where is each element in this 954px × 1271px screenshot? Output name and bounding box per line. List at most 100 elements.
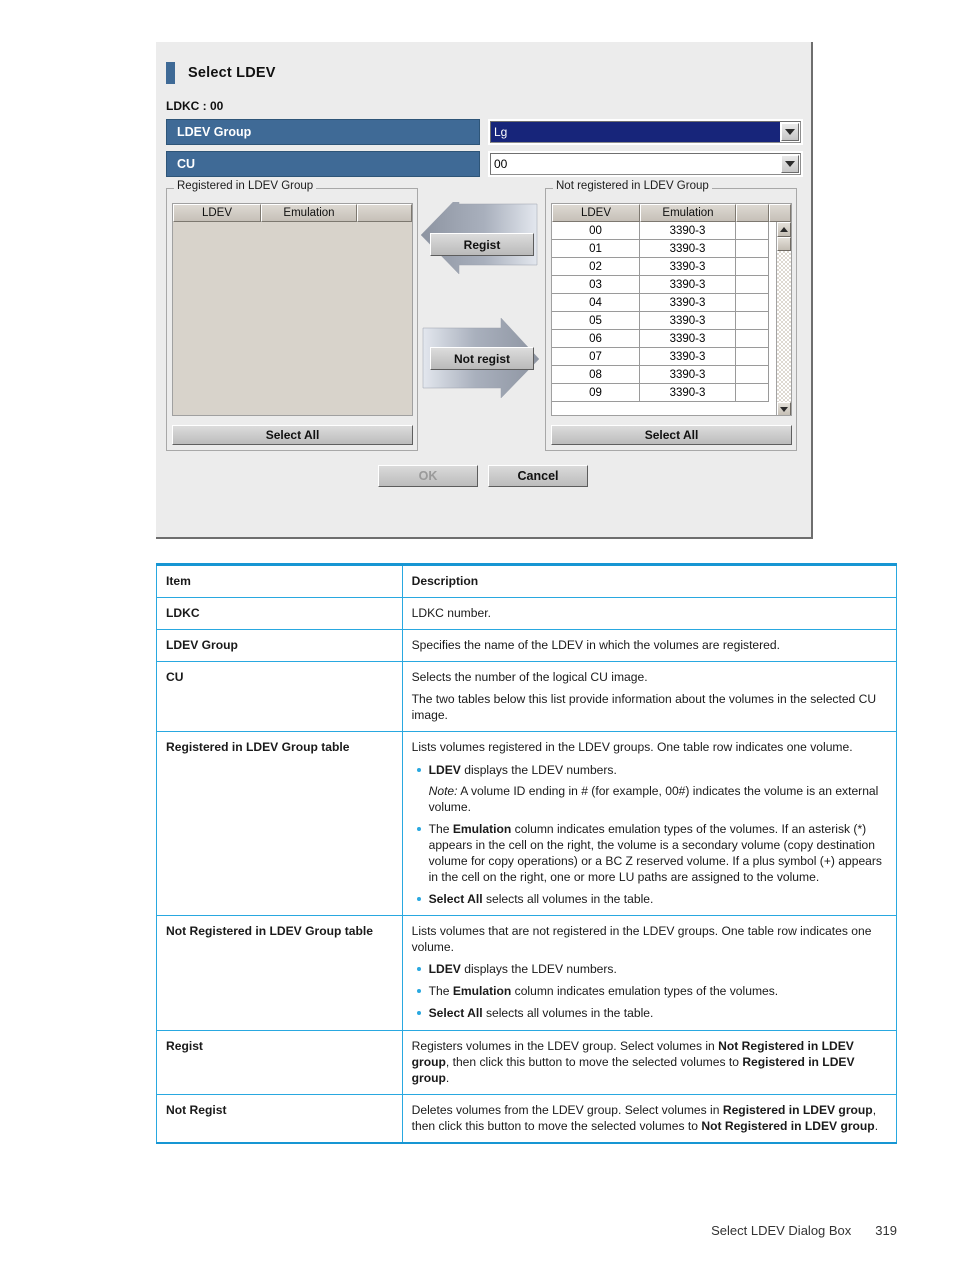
not-regist-text-1: Deletes volumes from the LDEV group. Sel… — [411, 1102, 723, 1117]
vertical-scrollbar[interactable] — [776, 222, 791, 415]
cell-ldev: 04 — [552, 294, 640, 312]
cell-flag — [736, 294, 769, 312]
row-item-regist: Regist — [156, 1029, 403, 1095]
cell-emulation: 3390-3 — [640, 258, 736, 276]
combobox-cu-value[interactable]: 00 — [491, 154, 780, 174]
table-row[interactable]: 09 3390-3 — [552, 384, 776, 402]
chevron-down-icon — [785, 161, 795, 167]
bullet-bold-select-all: Select All — [428, 1006, 483, 1021]
combobox-cu-arrow[interactable] — [781, 155, 799, 173]
cancel-button[interactable]: Cancel — [488, 465, 588, 487]
title-accent-bar — [166, 62, 175, 84]
table-row[interactable]: 06 3390-3 — [552, 330, 776, 348]
regist-text-2: , then click this button to move the sel… — [445, 1054, 743, 1069]
list-item: Select All selects all volumes in the ta… — [416, 891, 887, 907]
combobox-ldev-group[interactable]: Lg — [490, 121, 801, 143]
dialog-title-row: Select LDEV — [166, 62, 276, 84]
row-item-ldkc: LDKC — [156, 597, 403, 631]
cell-flag — [736, 276, 769, 294]
registered-group-legend: Registered in LDEV Group — [174, 180, 317, 192]
row-desc-not-registered-table: Lists volumes that are not registered in… — [401, 915, 898, 1031]
list-item: LDEV displays the LDEV numbers. — [416, 961, 887, 977]
registered-table[interactable]: LDEV Emulation — [172, 203, 413, 416]
scrollbar-thumb[interactable] — [777, 237, 791, 251]
table-row[interactable]: 02 3390-3 — [552, 258, 776, 276]
col-header-flag — [357, 204, 412, 222]
col-header-ldev: LDEV — [552, 204, 640, 222]
not-regist-bold-1: Registered in LDEV group — [722, 1102, 873, 1117]
table-header-row: Item Description — [156, 562, 898, 599]
cell-flag — [736, 348, 769, 366]
cell-ldev: 03 — [552, 276, 640, 294]
cell-flag — [736, 330, 769, 348]
not-registered-table-rows: 00 3390-3 01 3390-3 02 3390-3 03 3390-3 04 3390-3… — [552, 222, 776, 402]
registered-select-all-button[interactable]: Select All — [172, 425, 413, 445]
row-desc-not-regist: Deletes volumes from the LDEV group. Sel… — [401, 1093, 898, 1144]
cell-ldev: 00 — [552, 222, 640, 240]
note-label: Note: — [428, 783, 458, 798]
not-regist-button[interactable]: Not regist — [430, 347, 534, 370]
ldkc-label: LDKC : 00 — [166, 99, 224, 113]
combobox-cu[interactable]: 00 — [490, 153, 801, 175]
registered-table-body[interactable] — [173, 222, 412, 415]
combo-wrap-ldev-group: Lg — [488, 119, 803, 145]
col-header-flag — [736, 204, 769, 222]
header-description: Description — [401, 562, 898, 599]
cell-ldev: 02 — [552, 258, 640, 276]
col-header-emulation: Emulation — [261, 204, 357, 222]
bullet-bold-select-all: Select All — [428, 892, 483, 907]
cell-ldev: 08 — [552, 366, 640, 384]
list-item: LDEV displays the LDEV numbers. Note: A … — [416, 762, 887, 815]
ok-button[interactable]: OK — [378, 465, 478, 487]
table-row[interactable]: 01 3390-3 — [552, 240, 776, 258]
field-row-ldev-group: LDEV Group Lg — [166, 119, 803, 145]
not-registered-table-header: LDEV Emulation — [552, 204, 791, 222]
cell-flag — [736, 258, 769, 276]
cell-emulation: 3390-3 — [640, 240, 736, 258]
registered-note: Note: A volume ID ending in # (for examp… — [429, 783, 887, 815]
table-row[interactable]: 04 3390-3 — [552, 294, 776, 312]
cell-flag — [736, 222, 769, 240]
scrollbar-track[interactable] — [777, 237, 791, 402]
table-row: Not Regist Deletes volumes from the LDEV… — [156, 1093, 898, 1144]
chevron-down-icon — [785, 129, 795, 135]
table-row[interactable]: 07 3390-3 — [552, 348, 776, 366]
table-row: Registered in LDEV Group table Lists vol… — [156, 731, 898, 917]
bullet-pre-emulation: The — [428, 821, 453, 836]
row-item-ldev-group: LDEV Group — [156, 629, 403, 663]
cell-ldev: 06 — [552, 330, 640, 348]
regist-button[interactable]: Regist — [430, 233, 534, 256]
note-text: A volume ID ending in # (for example, 00… — [428, 783, 879, 814]
bullet-bold-emulation: Emulation — [452, 984, 512, 999]
not-registered-table-body[interactable]: 00 3390-3 01 3390-3 02 3390-3 03 3390-3 04 3390-3… — [552, 222, 791, 415]
row-item-registered-table: Registered in LDEV Group table — [156, 731, 403, 917]
list-item: The Emulation column indicates emulation… — [416, 983, 887, 999]
cell-ldev: 07 — [552, 348, 640, 366]
table-row: LDEV Group Specifies the name of the LDE… — [156, 629, 898, 663]
table-row[interactable]: 03 3390-3 — [552, 276, 776, 294]
table-row[interactable]: 00 3390-3 — [552, 222, 776, 240]
not-registered-group-panel: Not registered in LDEV Group LDEV Emulat… — [545, 180, 797, 451]
table-row[interactable]: 08 3390-3 — [552, 366, 776, 384]
row-desc-ldkc: LDKC number. — [401, 597, 898, 631]
scroll-down-button[interactable] — [777, 402, 791, 415]
not-registered-table[interactable]: LDEV Emulation 00 3390-3 01 3390-3 02 3390-3 0… — [551, 203, 792, 416]
scroll-up-button[interactable] — [777, 222, 791, 237]
combobox-ldev-group-arrow[interactable] — [781, 123, 799, 141]
cell-emulation: 3390-3 — [640, 222, 736, 240]
table-row[interactable]: 05 3390-3 — [552, 312, 776, 330]
not-registered-select-all-button[interactable]: Select All — [551, 425, 792, 445]
bullet-bold-ldev: LDEV — [428, 762, 461, 777]
col-header-spacer — [769, 204, 791, 222]
row-item-cu: CU — [156, 661, 403, 733]
regist-text-1: Registers volumes in the LDEV group. Sel… — [411, 1038, 719, 1053]
table-row: CU Selects the number of the logical CU … — [156, 661, 898, 733]
select-ldev-dialog: Select LDEV LDKC : 00 LDEV Group Lg CU 0… — [156, 42, 813, 539]
row-item-not-registered-table: Not Registered in LDEV Group table — [156, 915, 403, 1031]
bullet-text-emulation: column indicates emulation types of the … — [511, 984, 779, 999]
combobox-ldev-group-value[interactable]: Lg — [491, 122, 780, 142]
field-label-cu: CU — [166, 151, 480, 177]
cell-emulation: 3390-3 — [640, 330, 736, 348]
bullet-text-select-all: selects all volumes in the table. — [482, 892, 654, 907]
not-registered-bullet-list: LDEV displays the LDEV numbers. The Emul… — [412, 961, 887, 1021]
